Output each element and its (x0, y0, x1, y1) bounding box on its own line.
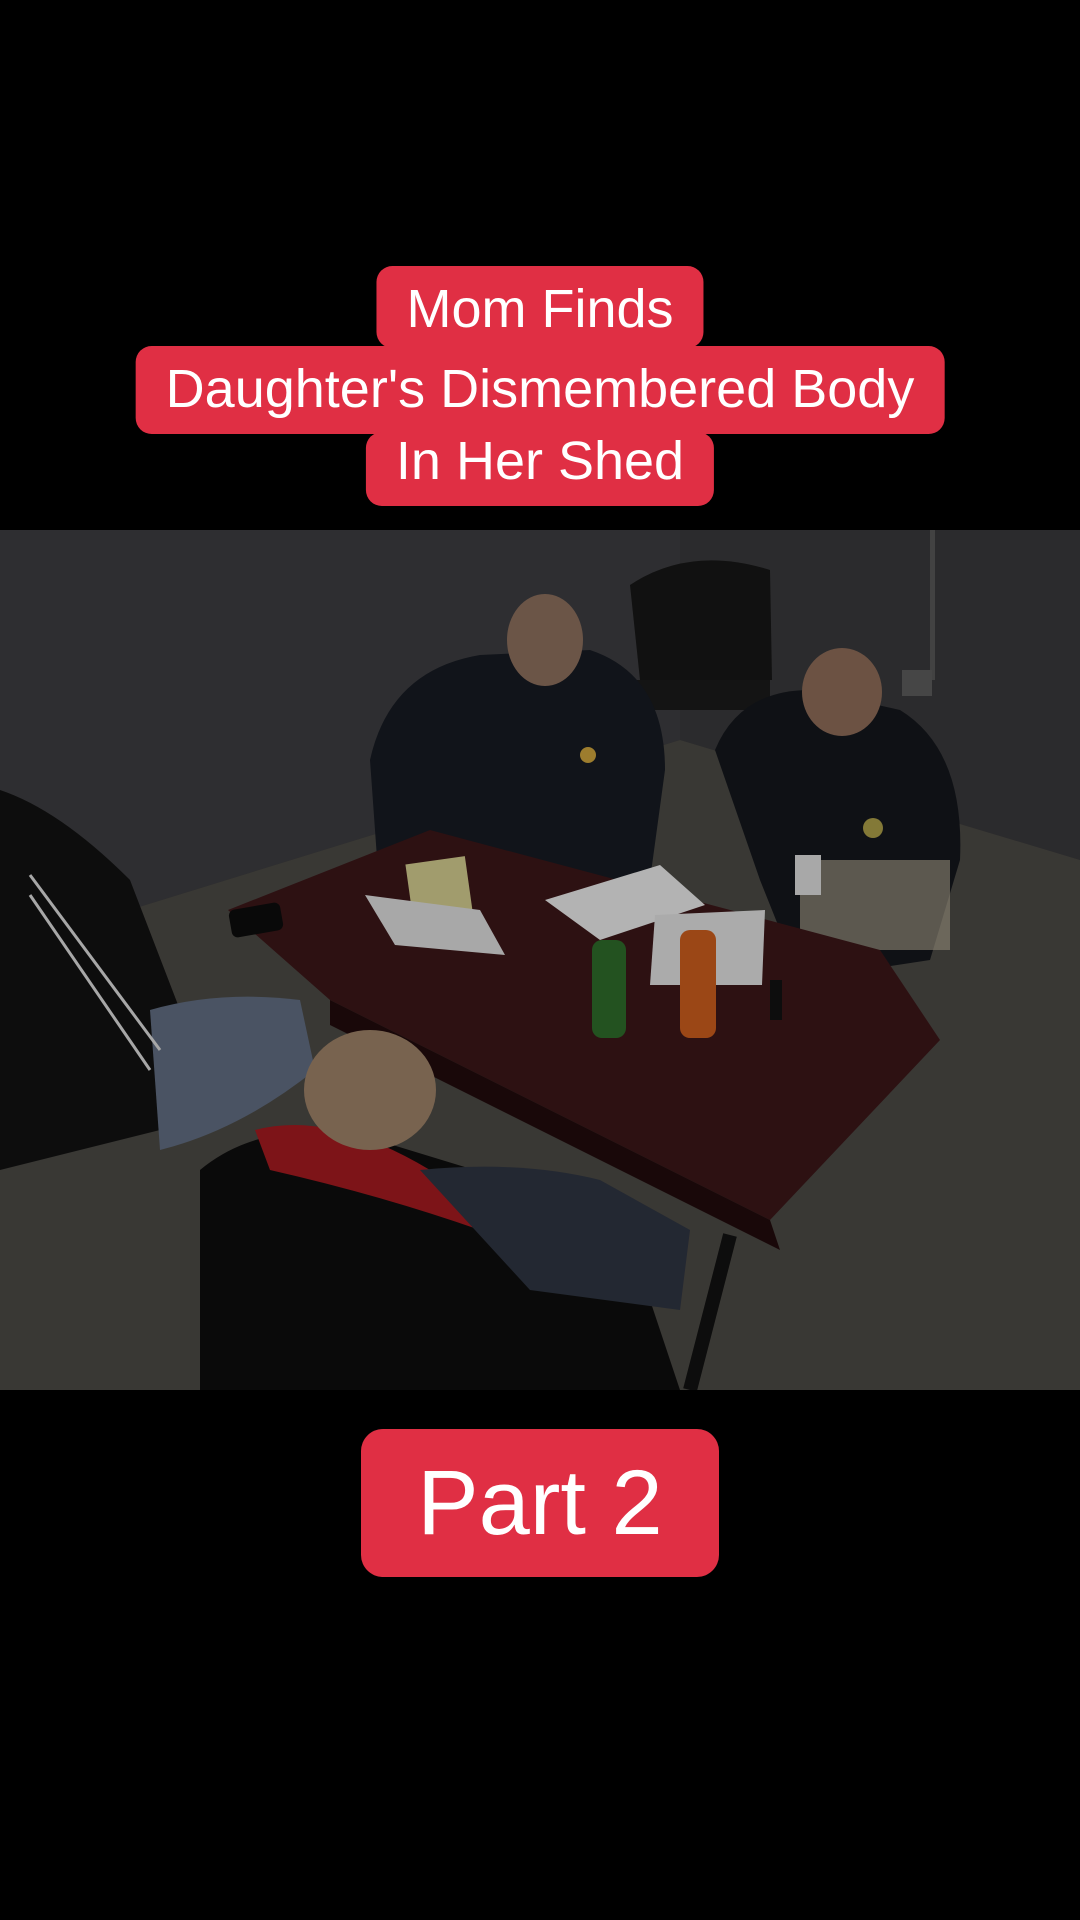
interview-room-scene (0, 530, 1080, 1390)
caption-line-3: In Her Shed (365, 432, 715, 506)
caption-line-1: Mom Finds (376, 266, 704, 348)
video-post: Mom Finds Daughter's Dismembered Body In… (0, 0, 1080, 1920)
video-frame[interactable] (0, 530, 1080, 1390)
caption-line-2: Daughter's Dismembered Body (135, 346, 945, 434)
part-badge: Part 2 (361, 1429, 719, 1577)
